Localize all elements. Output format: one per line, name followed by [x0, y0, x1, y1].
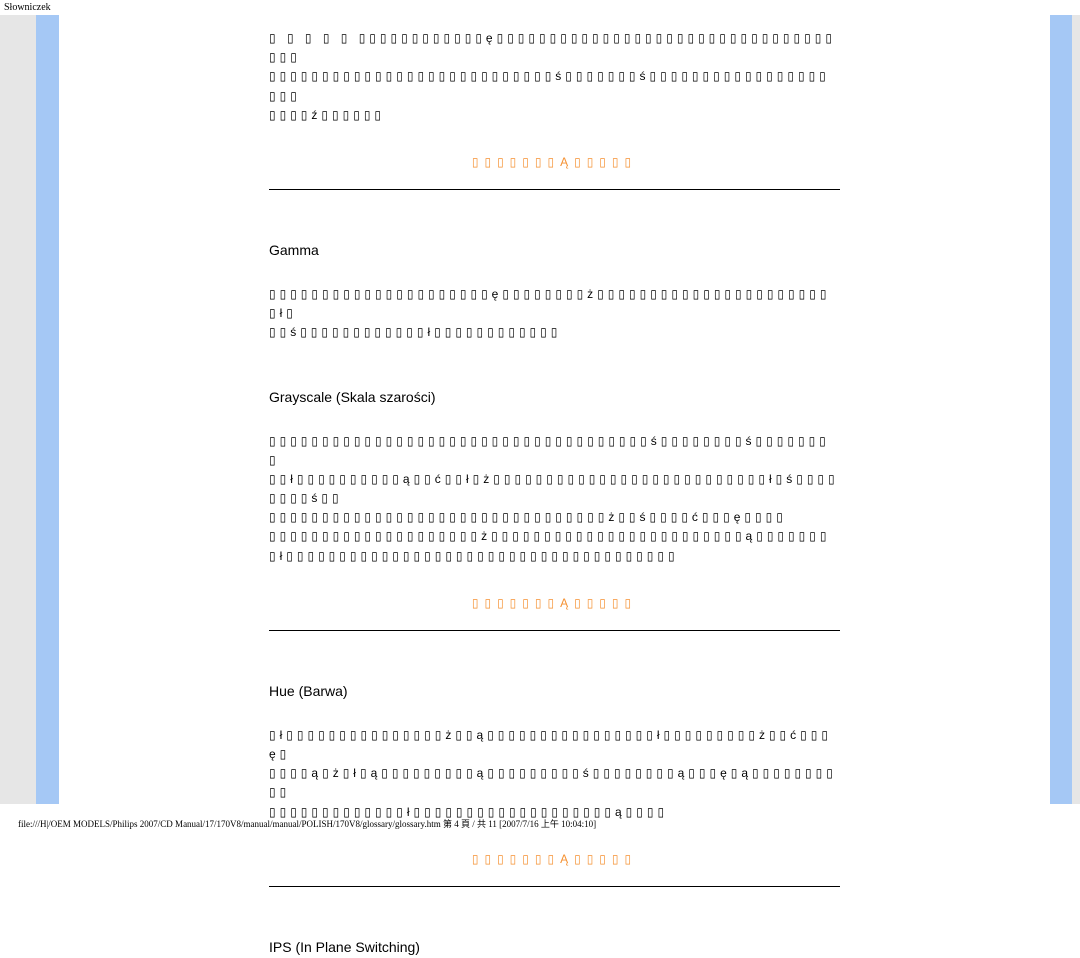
grayscale-body: ▯▯▯▯▯▯▯▯▯▯▯▯▯▯▯▯▯▯▯▯▯▯▯▯▯▯▯▯▯▯▯▯▯▯▯▯ś▯▯▯…	[269, 432, 840, 566]
divider	[269, 630, 840, 631]
bluebar-right	[1050, 15, 1072, 804]
section-title-hue: Hue (Barwa)	[269, 681, 840, 702]
section-title-grayscale: Grayscale (Skala szarości)	[269, 387, 840, 408]
back-to-top-link-2[interactable]: ▯▯▯▯▯▯▯Ą▯▯▯▯▯	[269, 594, 840, 612]
section-title-ips: IPS (In Plane Switching)	[269, 937, 840, 958]
divider	[269, 189, 840, 190]
divider	[269, 886, 840, 887]
gamma-body: ▯▯▯▯▯▯▯▯▯▯▯▯▯▯▯▯▯▯▯▯▯ę▯▯▯▯▯▯▯▯ż▯▯▯▯▯▯▯▯▯…	[269, 285, 840, 343]
footer-path: file:///H|/OEM MODELS/Philips 2007/CD Ma…	[18, 817, 596, 830]
page-title: Słowniczek	[4, 2, 51, 13]
main-container: ▯ ▯ ▯ ▯ ▯ ▯▯▯▯▯▯▯▯▯▯▯▯ę▯▯▯▯▯▯▯▯▯▯▯▯▯▯▯▯▯…	[0, 15, 1080, 804]
hue-body: ▯ł▯▯▯▯▯▯▯▯▯▯▯▯▯▯▯ż▯▯ą▯▯▯▯▯▯▯▯▯▯▯▯▯▯▯▯ł▯▯…	[269, 726, 840, 822]
bluebar-left	[36, 15, 59, 804]
page-header: Słowniczek	[0, 0, 1080, 15]
section-title-gamma: Gamma	[269, 240, 840, 261]
back-to-top-link-1[interactable]: ▯▯▯▯▯▯▯Ą▯▯▯▯▯	[269, 153, 840, 171]
intro-paragraph: ▯ ▯ ▯ ▯ ▯ ▯▯▯▯▯▯▯▯▯▯▯▯ę▯▯▯▯▯▯▯▯▯▯▯▯▯▯▯▯▯…	[269, 29, 840, 125]
sidebar-right	[1072, 15, 1080, 804]
back-to-top-link-3[interactable]: ▯▯▯▯▯▯▯Ą▯▯▯▯▯	[269, 850, 840, 868]
sidebar-left	[0, 15, 36, 804]
content-area: ▯ ▯ ▯ ▯ ▯ ▯▯▯▯▯▯▯▯▯▯▯▯ę▯▯▯▯▯▯▯▯▯▯▯▯▯▯▯▯▯…	[59, 15, 1050, 804]
